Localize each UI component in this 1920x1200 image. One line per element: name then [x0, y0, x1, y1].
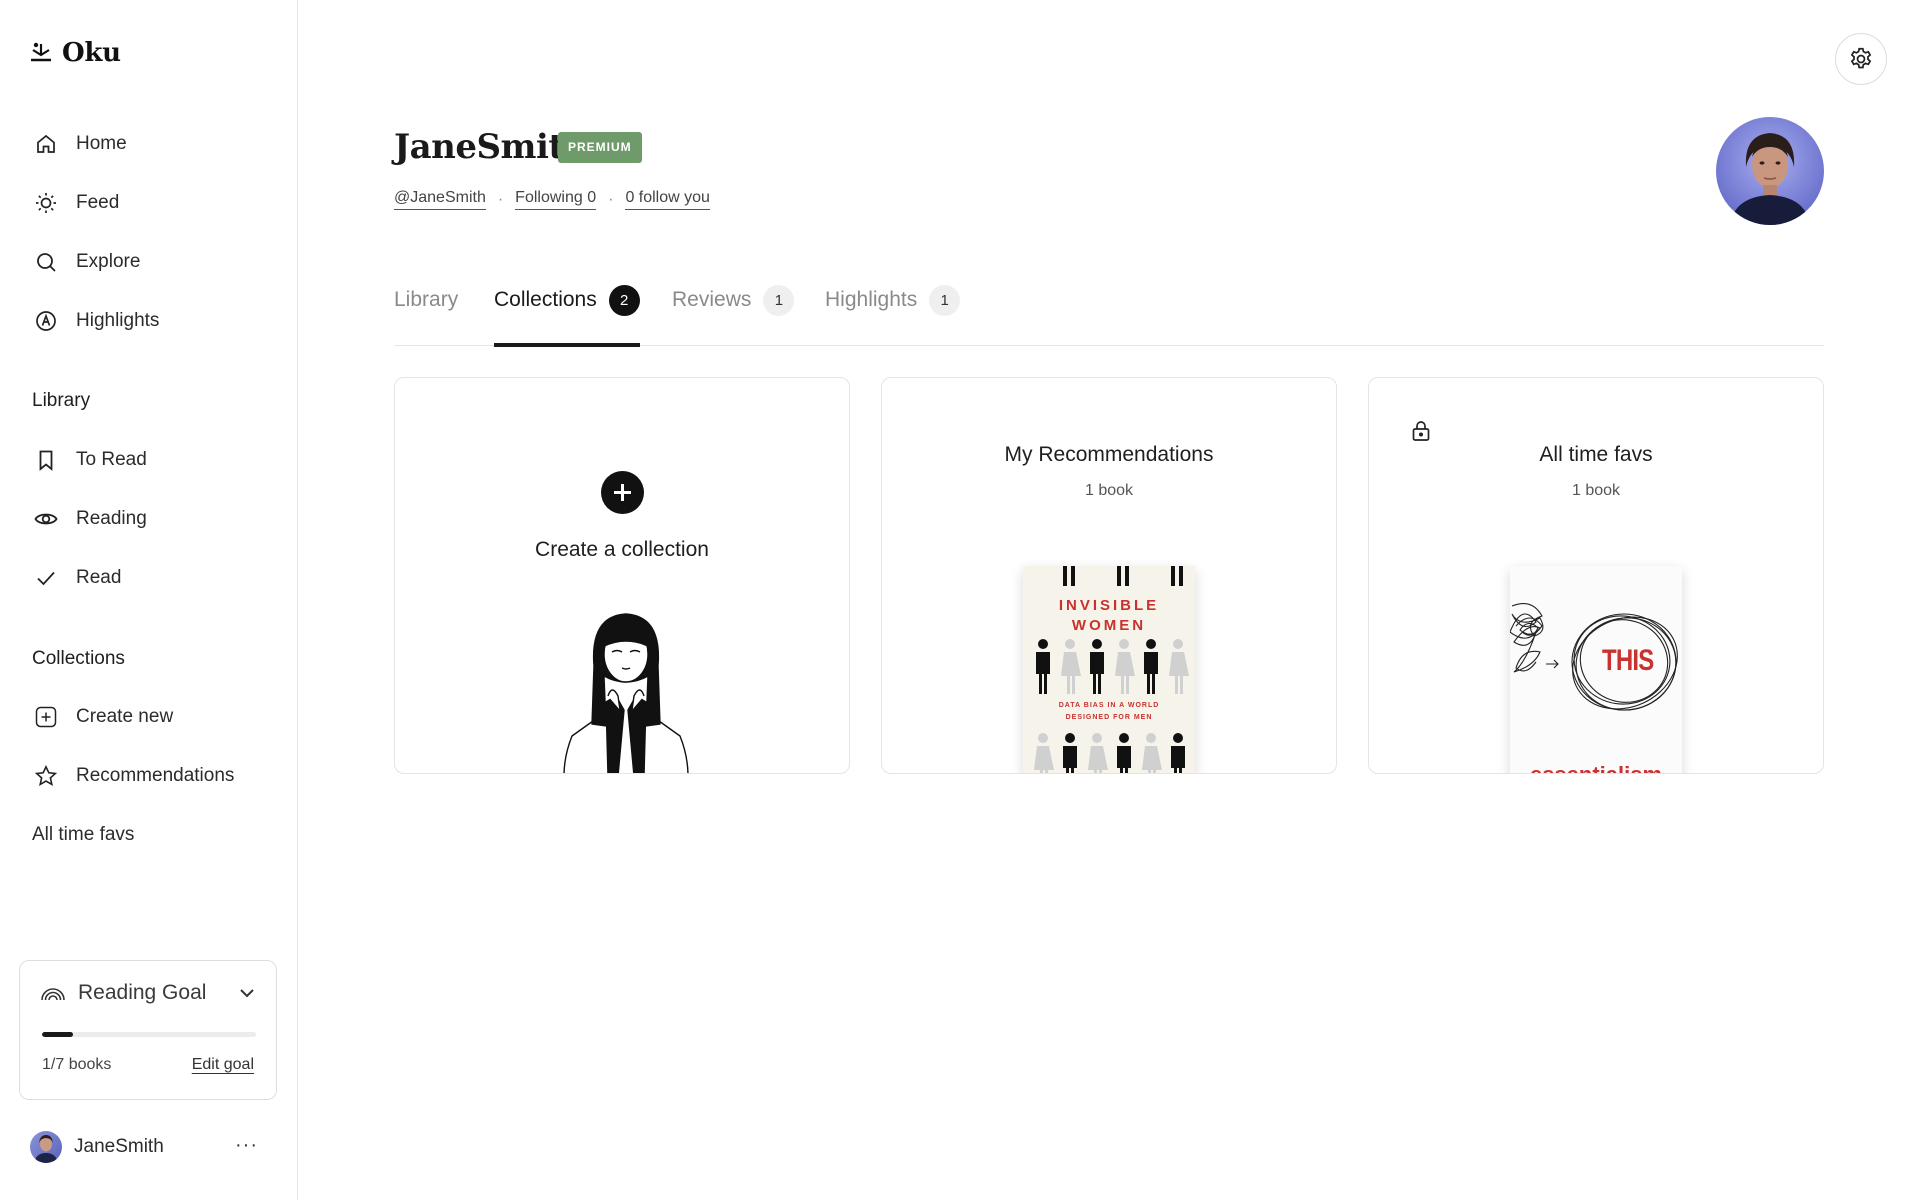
nav-item-feed[interactable]: Feed — [34, 183, 119, 223]
collection-title: My Recommendations — [1004, 443, 1214, 466]
nav-item-create-new[interactable]: Create new — [34, 697, 173, 737]
sun-icon — [36, 193, 56, 213]
star-icon — [34, 764, 58, 786]
nav-label: Recommendations — [76, 765, 235, 786]
book-cover[interactable]: INVISIBLE WOMEN DATA BIAS IN A WORLD DES… — [1023, 566, 1195, 773]
library-heading: Library — [32, 390, 91, 411]
create-collection-label: Create a collection — [535, 538, 709, 561]
nav-item-home[interactable]: Home — [34, 124, 127, 164]
reading-goal-toggle[interactable]: Reading Goal — [40, 981, 206, 1005]
separator: · — [497, 190, 504, 208]
tab-reviews[interactable]: Reviews 1 — [672, 285, 795, 344]
nav-label: Home — [76, 133, 127, 154]
tab-count-badge: 2 — [608, 285, 640, 316]
nav-item-recommendations[interactable]: Recommendations — [34, 756, 234, 796]
tab-label: Highlights — [825, 288, 918, 311]
nav-label: Highlights — [76, 310, 160, 331]
bookmark-icon — [39, 450, 53, 471]
highlight-icon — [36, 311, 56, 331]
tab-label: Reviews — [672, 288, 752, 311]
reading-goal-title: Reading Goal — [78, 981, 207, 1004]
reading-goal-count: 1/7 books — [42, 1056, 112, 1073]
profile-tabs: Library Collections 2 Reviews 1 Highligh… — [394, 282, 1824, 347]
nav-label: Reading — [76, 508, 147, 529]
following-link[interactable]: Following 0 — [515, 189, 597, 210]
nav-item-highlights[interactable]: Highlights — [34, 301, 159, 341]
reading-goal-progress — [42, 1032, 256, 1037]
lock-icon — [1412, 421, 1430, 441]
chevron-down-icon[interactable] — [238, 987, 256, 999]
separator: · — [608, 190, 614, 208]
tab-label: Library — [394, 288, 459, 311]
sidebar: Oku Home Feed Explore Highlights Library… — [0, 0, 298, 1200]
reading-goal-progress-fill — [42, 1032, 73, 1037]
cover-title: essentialism — [1510, 762, 1682, 773]
cover-scribble — [1510, 603, 1678, 711]
current-user[interactable]: JaneSmith ··· — [30, 1130, 270, 1164]
collections-heading: Collections — [32, 648, 125, 669]
collection-count: 1 book — [1571, 482, 1621, 499]
rainbow-icon — [41, 988, 65, 1001]
tab-library[interactable]: Library — [394, 288, 458, 344]
reading-goal-card: Reading Goal 1/7 books Edit goal — [19, 960, 277, 1100]
create-collection-card[interactable]: Create a collection — [394, 377, 850, 774]
nav-item-reading[interactable]: Reading — [34, 499, 147, 539]
profile-avatar[interactable] — [1716, 117, 1824, 225]
book-cover[interactable]: THIS essentialism — [1510, 566, 1682, 773]
followers-link[interactable]: 0 follow you — [625, 189, 710, 210]
nav-label: All time favs — [32, 824, 135, 845]
tab-count-badge: 1 — [929, 285, 961, 316]
tab-label: Collections — [494, 288, 597, 311]
user-name: JaneSmith — [74, 1136, 164, 1157]
plus-circle-icon — [601, 471, 644, 514]
nav-label: To Read — [76, 449, 147, 470]
nav-item-read[interactable]: Read — [34, 558, 121, 598]
tab-highlights[interactable]: Highlights 1 — [825, 285, 961, 344]
collection-count: 1 book — [1084, 482, 1134, 499]
home-icon — [37, 134, 55, 153]
avatar — [30, 1131, 62, 1163]
app-name: Oku — [62, 38, 121, 68]
nav-label: Read — [76, 567, 122, 588]
check-icon — [37, 571, 55, 586]
settings-button[interactable] — [1835, 33, 1887, 85]
eye-icon — [34, 513, 58, 525]
nav-item-all-time-favs[interactable]: All time favs — [32, 815, 134, 855]
gear-icon — [1850, 47, 1872, 69]
more-options-icon[interactable]: ··· — [235, 1135, 258, 1155]
nav-label: Feed — [76, 192, 120, 213]
cover-title: INVISIBLE WOMEN — [1058, 597, 1160, 634]
app-logo[interactable]: Oku — [30, 38, 121, 68]
collection-card[interactable]: All time favs 1 book THIS essentialism — [1368, 377, 1824, 774]
premium-badge: PREMIUM — [558, 132, 642, 163]
oku-logo-icon — [31, 42, 51, 62]
cover-word: THIS — [1602, 644, 1654, 677]
profile-meta: @JaneSmith · Following 0 · 0 follow you — [394, 189, 710, 210]
nav-label: Create new — [76, 706, 174, 727]
tab-collections[interactable]: Collections 2 — [494, 285, 640, 347]
tab-count-badge: 1 — [763, 285, 795, 316]
profile-handle-link[interactable]: @JaneSmith — [394, 189, 486, 210]
collection-card[interactable]: My Recommendations 1 book INVISIBLE WOME… — [881, 377, 1337, 774]
search-icon — [37, 253, 56, 272]
reading-girl-illustration — [563, 613, 689, 773]
cover-subtitle: DATA BIAS IN A WORLD DESIGNED FOR MEN — [1058, 702, 1160, 721]
collection-title: All time favs — [1539, 443, 1653, 466]
nav-item-to-read[interactable]: To Read — [34, 440, 147, 480]
plus-square-icon — [35, 706, 57, 728]
edit-goal-link[interactable]: Edit goal — [192, 1056, 254, 1074]
nav-item-explore[interactable]: Explore — [34, 242, 140, 282]
nav-label: Explore — [76, 251, 141, 272]
